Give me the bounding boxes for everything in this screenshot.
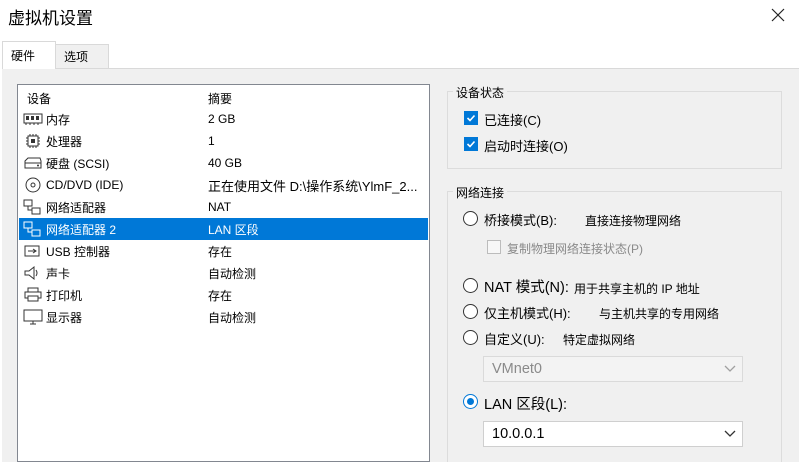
nat-label[interactable]: NAT 模式(N): xyxy=(484,276,569,297)
device-row-cd-dvd[interactable]: CD/DVD (IDE) 正在使用文件 D:\操作系统\YlmF_2... xyxy=(19,174,428,196)
device-summary: 正在使用文件 D:\操作系统\YlmF_2... xyxy=(208,178,418,194)
device-row-sound-card[interactable]: 声卡 自动检测 xyxy=(19,262,428,284)
device-name: 网络适配器 2 xyxy=(46,222,117,237)
device-name: CD/DVD (IDE) xyxy=(46,178,124,192)
device-row-processor[interactable]: 处理器 1 xyxy=(19,130,428,152)
lan-segment-radio[interactable] xyxy=(463,394,478,409)
device-summary: 1 xyxy=(208,134,215,148)
replicate-state-label[interactable]: 复制物理网络连接状态(P) xyxy=(507,240,643,257)
tab-hardware[interactable]: 硬件 xyxy=(2,41,56,69)
bridged-radio[interactable] xyxy=(463,211,478,226)
network-adapter-icon xyxy=(23,221,41,237)
lan-segment-value: 10.0.0.1 xyxy=(492,426,545,442)
device-name: 硬盘 (SCSI) xyxy=(46,156,110,171)
bridged-description: 直接连接物理网络 xyxy=(585,214,682,228)
nat-description: 用于共享主机的 IP 地址 xyxy=(574,282,700,296)
device-summary: 自动检测 xyxy=(208,266,257,281)
device-row-usb[interactable]: USB 控制器 存在 xyxy=(19,240,428,262)
column-header-device[interactable]: 设备 xyxy=(27,90,51,107)
custom-network-value: VMnet0 xyxy=(492,361,542,377)
connect-at-power-on-label[interactable]: 启动时连接(O) xyxy=(484,136,568,155)
connected-label[interactable]: 已连接(C) xyxy=(484,110,541,129)
network-connection-title: 网络连接 xyxy=(453,184,508,201)
connected-checkbox[interactable] xyxy=(464,111,478,125)
device-name: 打印机 xyxy=(46,288,83,303)
custom-label[interactable]: 自定义(U): xyxy=(484,329,545,348)
device-row-hard-disk[interactable]: 硬盘 (SCSI) 40 GB xyxy=(19,152,428,174)
checkmark-icon xyxy=(466,114,476,122)
device-row-network-adapter-2[interactable]: 网络适配器 2 LAN 区段 xyxy=(19,218,428,240)
monitor-icon xyxy=(23,309,43,325)
device-name: 内存 xyxy=(46,112,71,127)
tab-options[interactable]: 选项 xyxy=(55,44,109,68)
lan-segment-select[interactable]: 10.0.0.1 xyxy=(483,421,743,447)
hard-disk-icon xyxy=(24,157,42,169)
device-list-header: 设备 摘要 xyxy=(19,87,428,109)
device-summary: LAN 区段 xyxy=(208,222,259,237)
device-summary: 自动检测 xyxy=(208,310,257,325)
device-summary: NAT xyxy=(208,200,232,214)
replicate-state-checkbox[interactable] xyxy=(487,240,501,254)
connect-at-power-on-checkbox[interactable] xyxy=(464,137,478,151)
device-row-display[interactable]: 显示器 自动检测 xyxy=(19,306,428,328)
custom-description: 特定虚拟网络 xyxy=(563,333,636,347)
network-adapter-icon xyxy=(23,199,41,215)
custom-radio[interactable] xyxy=(463,330,478,345)
bridged-label[interactable]: 桥接模式(B): xyxy=(484,210,557,229)
device-name: 显示器 xyxy=(46,310,83,325)
processor-icon xyxy=(26,134,40,148)
close-button[interactable] xyxy=(763,2,793,28)
device-summary: 2 GB xyxy=(208,112,236,126)
host-only-label[interactable]: 仅主机模式(H): xyxy=(484,303,571,322)
device-name: 网络适配器 xyxy=(46,200,107,215)
nat-radio[interactable] xyxy=(463,278,478,293)
column-header-summary[interactable]: 摘要 xyxy=(208,90,232,107)
device-summary: 40 GB xyxy=(208,156,243,170)
device-name: 声卡 xyxy=(46,266,71,281)
chevron-down-icon xyxy=(724,365,736,372)
device-summary: 存在 xyxy=(208,244,233,259)
chevron-down-icon xyxy=(724,430,736,437)
device-row-printer[interactable]: 打印机 存在 xyxy=(19,284,428,306)
device-summary: 存在 xyxy=(208,288,233,303)
printer-icon xyxy=(24,287,42,302)
device-status-group xyxy=(447,91,782,169)
device-row-network-adapter[interactable]: 网络适配器 NAT xyxy=(19,196,428,218)
host-only-radio[interactable] xyxy=(463,304,478,319)
checkmark-icon xyxy=(466,140,476,148)
speaker-icon xyxy=(24,265,38,281)
device-status-title: 设备状态 xyxy=(453,84,508,101)
device-name: USB 控制器 xyxy=(46,244,111,259)
device-list[interactable]: 设备 摘要 内存 2 GB 处理器 1 硬盘 (SCSI) 40 GB CD/D… xyxy=(17,84,430,462)
custom-network-select[interactable]: VMnet0 xyxy=(483,356,743,382)
lan-segment-label[interactable]: LAN 区段(L): xyxy=(484,393,567,414)
title-bar: 虚拟机设置 xyxy=(0,0,801,34)
device-name: 处理器 xyxy=(46,134,83,149)
close-icon xyxy=(771,8,785,22)
host-only-description: 与主机共享的专用网络 xyxy=(599,307,720,321)
usb-icon xyxy=(24,245,40,257)
memory-icon xyxy=(23,113,43,125)
cd-dvd-icon xyxy=(25,177,41,193)
device-row-memory[interactable]: 内存 2 GB xyxy=(19,108,428,130)
window-title: 虚拟机设置 xyxy=(8,9,93,28)
tab-strip: 硬件 选项 xyxy=(0,38,801,69)
